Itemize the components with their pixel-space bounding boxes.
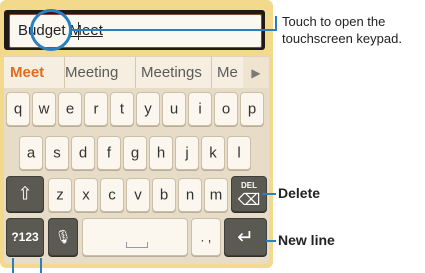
text-cursor	[78, 22, 79, 40]
touch-annotation-line2: touchscreen keypad.	[282, 31, 402, 46]
key-n[interactable]: n	[178, 178, 202, 212]
key-p[interactable]: p	[240, 92, 264, 126]
punctuation-key[interactable]: . ,	[191, 218, 221, 256]
highlight-circle	[30, 9, 72, 51]
microphone-icon: 🎙	[54, 229, 72, 244]
key-v[interactable]: v	[126, 178, 150, 212]
key-a[interactable]: a	[19, 136, 43, 170]
symbols-key[interactable]: ?123	[6, 218, 44, 256]
space-icon	[126, 242, 148, 248]
key-d[interactable]: d	[71, 136, 95, 170]
onscreen-keyboard: q w e r t y u i o p a s d f g h j k l ⇧ …	[4, 88, 269, 264]
shift-key[interactable]: ⇧	[6, 176, 44, 212]
delete-annotation: Delete	[278, 185, 321, 201]
key-b[interactable]: b	[152, 178, 176, 212]
suggestion-4[interactable]: Me	[211, 57, 247, 89]
key-o[interactable]: o	[214, 92, 238, 126]
shift-icon: ⇧	[17, 183, 33, 204]
key-r[interactable]: r	[84, 92, 108, 126]
delete-callout-line	[262, 193, 276, 195]
newline-annotation: New line	[278, 232, 335, 248]
suggestion-2[interactable]: Meeting	[59, 57, 136, 89]
backspace-icon: ⌫	[237, 192, 261, 209]
enter-key[interactable]: ↵	[224, 218, 267, 256]
key-f[interactable]: f	[97, 136, 121, 170]
more-suggestions-arrow-icon[interactable]: ▶	[243, 57, 269, 89]
key-q[interactable]: q	[6, 92, 30, 126]
delete-key-label: DEL	[241, 181, 257, 190]
key-j[interactable]: j	[175, 136, 199, 170]
touch-callout-tick	[275, 16, 277, 31]
key-h[interactable]: h	[149, 136, 173, 170]
key-s[interactable]: s	[45, 136, 69, 170]
suggestion-bar: Meet Meeting Meetings Me ▶	[4, 56, 269, 90]
suggestion-3[interactable]: Meetings	[135, 57, 212, 89]
symbols-callout-line	[12, 258, 14, 273]
key-g[interactable]: g	[123, 136, 147, 170]
voice-callout-line	[40, 258, 42, 273]
key-w[interactable]: w	[32, 92, 56, 126]
touch-annotation-line1: Touch to open the	[282, 14, 386, 29]
touch-callout-line	[72, 29, 277, 31]
key-x[interactable]: x	[74, 178, 98, 212]
return-icon: ↵	[237, 226, 254, 249]
key-i[interactable]: i	[188, 92, 212, 126]
voice-input-key[interactable]: 🎙	[48, 218, 78, 256]
key-t[interactable]: t	[110, 92, 134, 126]
key-e[interactable]: e	[58, 92, 82, 126]
key-k[interactable]: k	[201, 136, 225, 170]
key-y[interactable]: y	[136, 92, 160, 126]
space-key[interactable]	[82, 218, 188, 256]
key-u[interactable]: u	[162, 92, 186, 126]
key-m[interactable]: m	[204, 178, 228, 212]
key-c[interactable]: c	[100, 178, 124, 212]
key-z[interactable]: z	[48, 178, 72, 212]
key-l[interactable]: l	[227, 136, 251, 170]
newline-callout-line	[266, 240, 276, 242]
suggestion-1[interactable]: Meet	[4, 57, 65, 89]
